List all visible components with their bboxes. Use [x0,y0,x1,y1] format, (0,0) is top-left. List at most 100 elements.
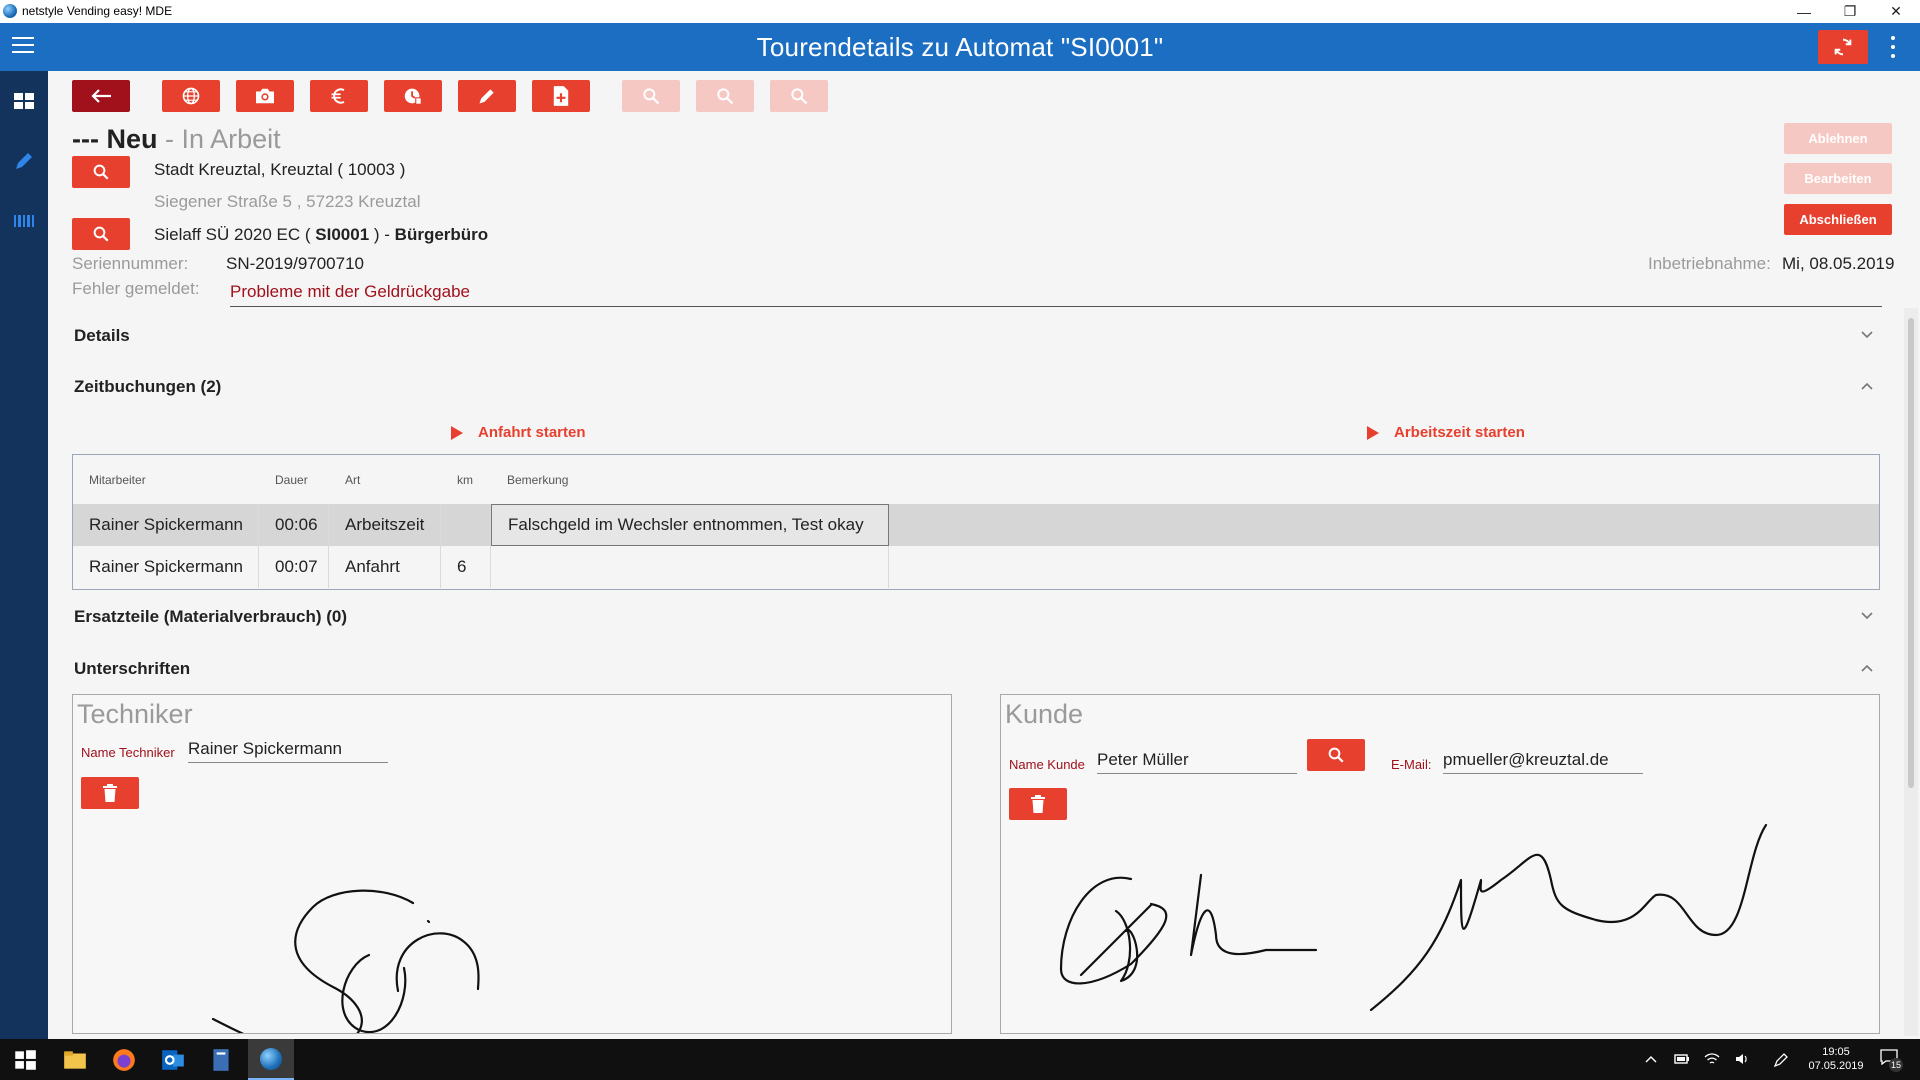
scrollbar-thumb[interactable] [1908,318,1914,788]
battery-icon[interactable] [1674,1052,1690,1066]
customer-search-button[interactable] [72,156,130,188]
cell-remark[interactable]: Falschgeld im Wechsler entnommen, Test o… [491,504,889,546]
technician-name-label: Name Techniker [81,745,175,760]
col-header-remark: Bemerkung [507,473,569,487]
pencil-icon[interactable] [12,149,36,173]
technician-signature-canvas[interactable] [73,795,951,1033]
pencil-icon [479,89,494,104]
play-icon [451,425,463,440]
cell-duration: 00:06 [259,504,329,546]
section-details[interactable]: Details [74,326,130,346]
back-button[interactable] [72,80,130,112]
col-header-duration: Dauer [275,473,308,487]
machine-suffix: ) - [369,225,395,244]
globe-button[interactable] [162,80,220,112]
app-header: Tourendetails zu Automat "SI0001" [0,23,1920,71]
serial-label: Seriennummer: [72,254,189,273]
clock-icon [404,88,422,105]
back-arrow-icon [91,89,111,103]
notification-count: 15 [1889,1058,1903,1072]
sync-button[interactable] [1818,30,1868,64]
file-explorer-icon[interactable] [62,1047,88,1073]
start-travel-label: Anfahrt starten [478,424,586,441]
table-row[interactable]: Rainer Spickermann 00:06 Arbeitszeit Fal… [73,504,1879,546]
section-time-bookings[interactable]: Zeitbuchungen (2) [74,377,221,397]
error-value[interactable]: Probleme mit der Geldrückgabe [230,282,1882,307]
restore-button[interactable]: ❐ [1827,0,1873,23]
status-current: Neu [106,124,158,154]
more-options-button[interactable] [1886,34,1900,60]
zoom-button-2[interactable] [696,80,754,112]
cell-km [441,504,491,546]
technician-title: Techniker [77,699,193,729]
chevron-down-icon[interactable] [1860,328,1874,342]
globe-icon [182,87,200,105]
table-row[interactable]: Rainer Spickermann 00:07 Anfahrt 6 [73,546,1879,588]
scrollbar-track[interactable] [1904,308,1918,1036]
chevron-up-icon[interactable] [1860,661,1874,675]
document-app-icon[interactable] [208,1047,234,1073]
col-header-type: Art [345,473,361,487]
section-spare-parts[interactable]: Ersatzteile (Materialverbrauch) (0) [74,607,347,627]
zoom-icon [717,88,734,105]
add-document-icon [553,86,569,106]
menu-icon[interactable] [12,37,34,57]
section-signatures[interactable]: Unterschriften [74,659,190,679]
windows-start-icon[interactable] [12,1047,38,1073]
zoom-button-1[interactable] [622,80,680,112]
clock-time: 19:05 [1822,1046,1850,1058]
app-globe-icon [3,4,17,18]
taskbar-active-app[interactable] [248,1039,294,1080]
cell-employee: Rainer Spickermann [73,504,259,546]
outlook-icon[interactable] [160,1047,186,1073]
chevron-up-icon[interactable] [1860,379,1874,393]
time-booking-button[interactable] [384,80,442,112]
customer-email-label: E-Mail: [1391,757,1432,772]
time-bookings-table: Mitarbeiter Dauer Art km Bemerkung Raine… [72,454,1880,590]
pen-icon[interactable] [1772,1051,1790,1069]
window-titlebar: netstyle Vending easy! MDE — ❐ ✕ [0,0,1920,23]
search-icon [1328,747,1344,763]
dashboard-icon[interactable] [12,89,36,113]
sidebar [0,71,48,1039]
edit-button[interactable] [458,80,516,112]
customer-address: Siegener Straße 5 , 57223 Kreuztal [154,192,421,211]
chevron-up-icon[interactable] [1644,1053,1658,1065]
complete-button[interactable]: Abschließen [1784,204,1892,235]
start-work-button[interactable]: Arbeitszeit starten [1366,424,1525,441]
edit-tour-button[interactable]: Bearbeiten [1784,163,1892,194]
volume-icon[interactable] [1734,1051,1750,1067]
zoom-button-3[interactable] [770,80,828,112]
commissioning-label: Inbetriebnahme: [1648,254,1771,273]
status-next: In Arbeit [181,124,281,154]
close-window-button[interactable]: ✕ [1873,0,1919,23]
start-travel-button[interactable]: Anfahrt starten [450,424,586,441]
reject-button[interactable]: Ablehnen [1784,123,1892,154]
technician-name-field[interactable]: Rainer Spickermann [188,739,388,763]
customer-signature-panel: Kunde Name Kunde Peter Müller E-Mail: pm… [1000,694,1880,1034]
wifi-icon[interactable] [1704,1051,1720,1067]
camera-button[interactable] [236,80,294,112]
error-label: Fehler gemeldet: [72,279,200,298]
chevron-down-icon[interactable] [1860,609,1874,623]
minimize-button[interactable]: — [1781,0,1827,23]
system-clock[interactable]: 19:05 07.05.2019 [1806,1045,1866,1073]
play-icon [1367,425,1379,440]
customer-signature-canvas[interactable] [1001,795,1879,1033]
barcode-icon[interactable] [12,209,36,233]
add-document-button[interactable] [532,80,590,112]
machine-search-button[interactable] [72,218,130,250]
col-header-km: km [457,473,473,487]
clock-date: 07.05.2019 [1808,1060,1864,1072]
customer-name-field[interactable]: Peter Müller [1097,750,1297,774]
cell-remark[interactable] [491,546,889,588]
customer-name-search-button[interactable] [1307,739,1365,771]
machine-id: SI0001 [315,225,370,244]
euro-button[interactable] [310,80,368,112]
customer-email-field[interactable]: pmueller@kreuztal.de [1443,750,1643,774]
status-separator: - [165,124,175,154]
customer-sig-title: Kunde [1005,699,1084,729]
notification-center[interactable]: 15 [1880,1049,1903,1072]
firefox-icon[interactable] [111,1047,137,1073]
search-icon [93,164,109,180]
